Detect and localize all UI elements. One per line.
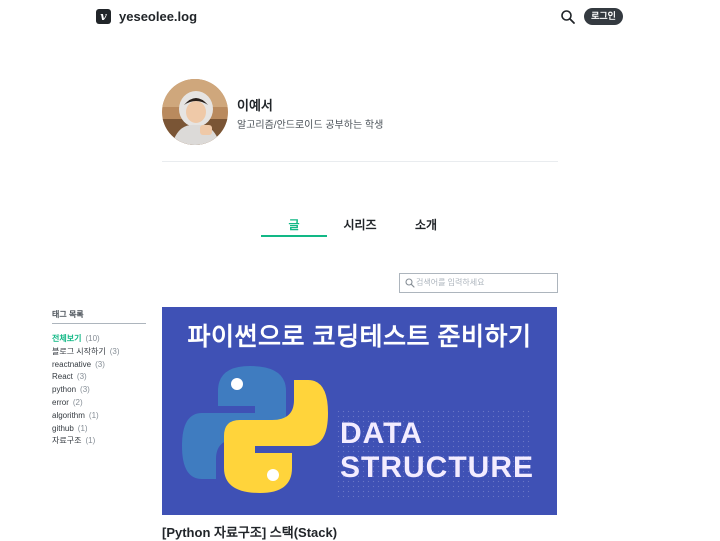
tag-list-title: 태그 목록	[52, 310, 84, 319]
tag-count: (3)	[76, 372, 87, 382]
active-tab-indicator	[261, 235, 327, 237]
post-search-box	[399, 273, 558, 293]
tag-count: (1)	[85, 436, 96, 446]
post-title[interactable]: [Python 자료구조] 스택(Stack)	[162, 522, 337, 541]
tag-count: (3)	[109, 346, 120, 356]
blog-name[interactable]: yeseolee.log	[119, 8, 197, 25]
tag-item[interactable]: reactnative (3)	[52, 359, 120, 372]
search-icon[interactable]	[560, 9, 576, 25]
tag-item[interactable]: github (1)	[52, 423, 120, 436]
tag-count: (1)	[88, 410, 99, 420]
tag-list-divider	[52, 323, 146, 324]
thumbnail-title: 파이썬으로 코딩테스트 준비하기	[187, 323, 532, 351]
profile-description: 알고리즘/안드로이드 공부하는 학생	[237, 120, 384, 131]
login-button[interactable]: 로그인	[584, 8, 623, 25]
python-logo-icon	[180, 361, 330, 501]
tag-name: 자료구조	[52, 436, 82, 446]
header: v yeseolee.log 로그인	[0, 0, 720, 34]
tag-item[interactable]: React (3)	[52, 371, 120, 384]
tab-about[interactable]: 소개	[393, 216, 459, 233]
tag-item-all[interactable]: 전체보기 (10)	[52, 333, 120, 346]
tag-name: github	[52, 423, 74, 433]
tag-name: python	[52, 385, 77, 395]
tag-name: React	[52, 372, 73, 382]
tag-count: (3)	[80, 385, 90, 395]
search-input[interactable]	[416, 276, 552, 289]
tag-name: 블로그 시작하기	[52, 346, 106, 356]
tag-item[interactable]: 블로그 시작하기 (3)	[52, 346, 120, 359]
tag-count: (10)	[85, 334, 100, 343]
tag-item[interactable]: algorithm (1)	[52, 410, 120, 423]
tag-count: (1)	[77, 423, 88, 433]
tag-item[interactable]: error (2)	[52, 397, 120, 410]
tab-series[interactable]: 시리즈	[327, 216, 393, 233]
tab-posts[interactable]: 글	[261, 216, 327, 233]
post-thumbnail[interactable]: 파이썬으로 코딩테스트 준비하기 DATA STRUCTURE	[162, 307, 557, 515]
tag-name: error	[52, 397, 69, 407]
profile-name: 이예서	[237, 98, 273, 113]
search-icon	[405, 278, 415, 288]
tag-item[interactable]: 자료구조 (1)	[52, 435, 120, 448]
tag-name: algorithm	[52, 410, 85, 420]
thumbnail-text-data: DATA	[340, 417, 423, 450]
tag-list: 전체보기 (10) 블로그 시작하기 (3) reactnative (3) Reac…	[52, 333, 120, 448]
tag-name: reactnative	[52, 359, 92, 369]
tag-count: (3)	[95, 359, 105, 369]
avatar	[162, 79, 228, 145]
velog-logo[interactable]: v	[96, 9, 111, 24]
tag-item[interactable]: python (3)	[52, 384, 120, 397]
profile-divider	[162, 161, 558, 162]
tag-count: (2)	[72, 397, 83, 407]
thumbnail-text-structure: STRUCTURE	[340, 451, 534, 484]
tag-name: 전체보기	[52, 334, 82, 343]
